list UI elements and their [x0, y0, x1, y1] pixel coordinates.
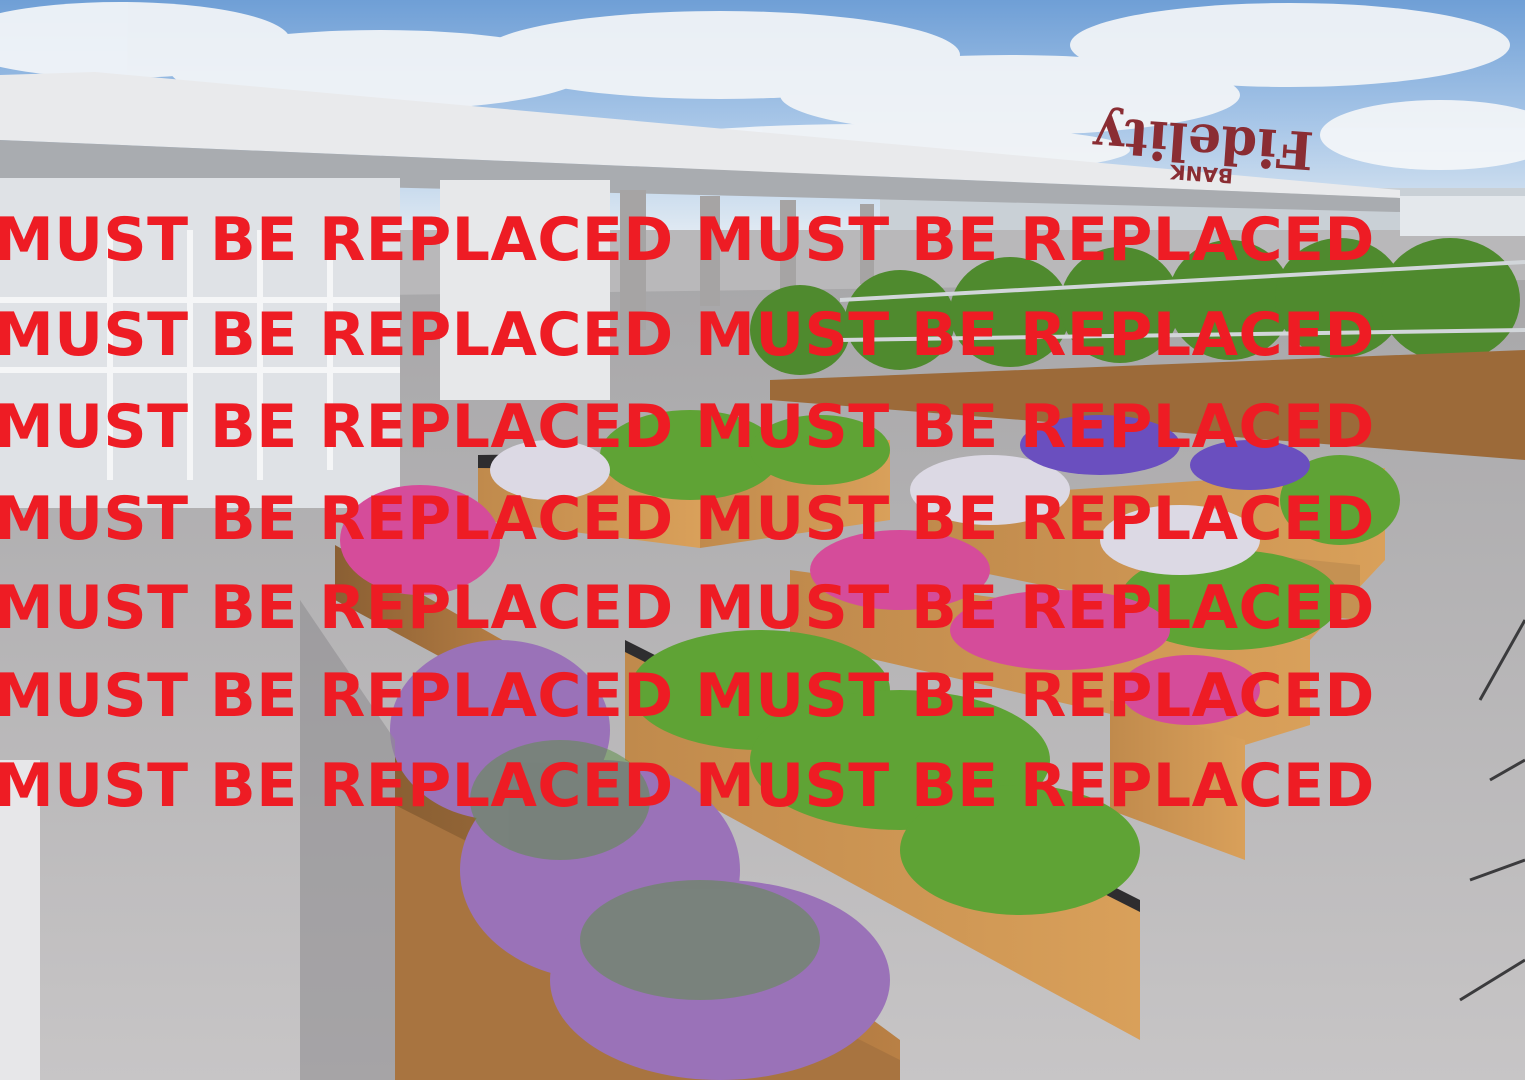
glass-pavilion	[0, 178, 400, 508]
service-wall	[440, 180, 610, 400]
sign-sub: BANK	[1168, 160, 1234, 188]
rooftop-garden-scene: Fidelity BANK	[0, 0, 1525, 1080]
left-wall	[0, 760, 40, 1080]
